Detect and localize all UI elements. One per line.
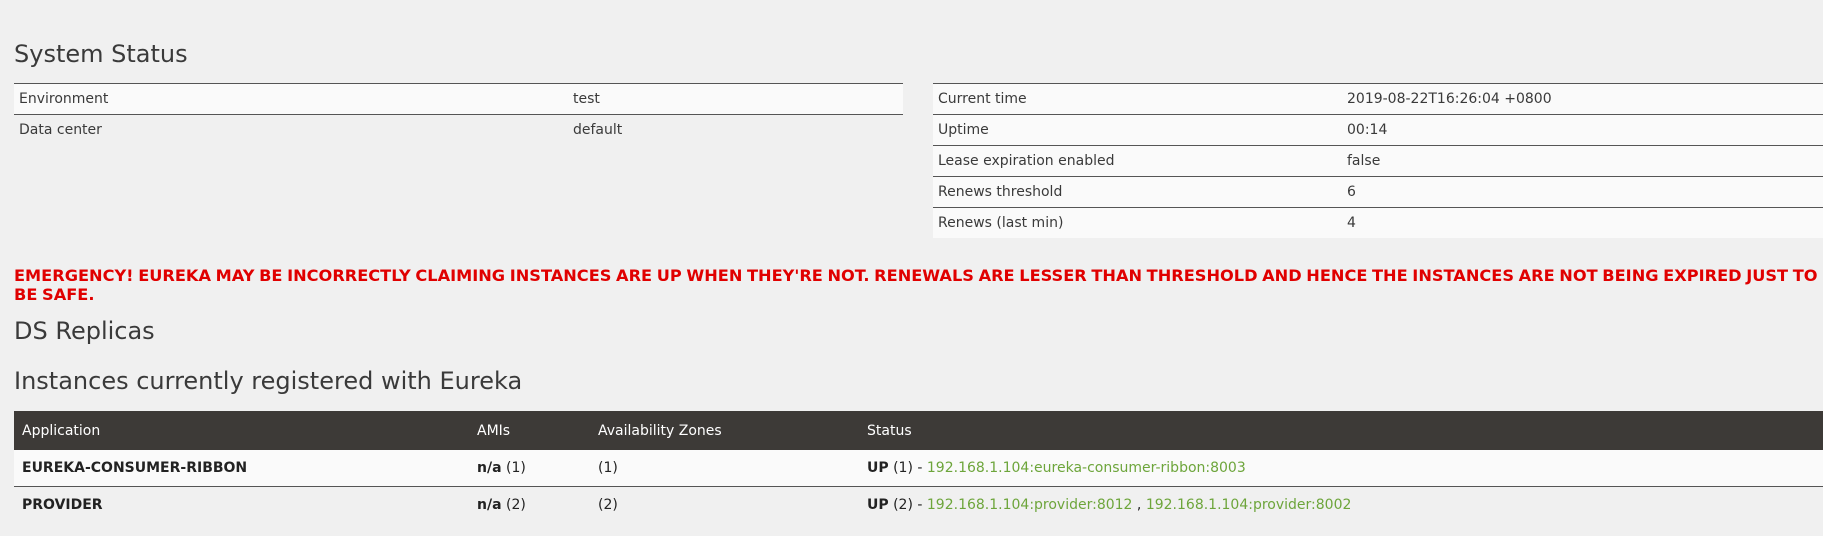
ami-cell: n/a (2) (469, 486, 590, 523)
status-label: Renews (last min) (933, 207, 1342, 238)
status-cell: UP (1) - 192.168.1.104:eureka-consumer-r… (859, 450, 1823, 487)
status-row-data-center: Data center default (14, 114, 903, 145)
status-label: Environment (14, 83, 568, 115)
ds-replicas-title: DS Replicas (14, 317, 155, 345)
status-count: (2) - (893, 497, 923, 513)
instances-title: Instances currently registered with Eure… (14, 367, 523, 395)
status-label: Data center (14, 114, 568, 145)
status-value: 6 (1342, 176, 1823, 208)
status-row-environment: Environment test (14, 83, 903, 115)
zones-cell: (1) (590, 450, 859, 487)
status-count: (1) - (893, 460, 923, 476)
application-name: EUREKA-CONSUMER-RIBBON (14, 450, 469, 487)
status-cell: UP (2) - 192.168.1.104:provider:8012 , 1… (859, 486, 1823, 523)
ami-count: (1) (505, 460, 526, 476)
status-row-current-time: Current time 2019-08-22T16:26:04 +0800 (933, 83, 1823, 115)
instance-link[interactable]: 192.168.1.104:provider:8002 (1146, 497, 1352, 513)
status-row-uptime: Uptime 00:14 (933, 114, 1823, 146)
system-status-right-table: Current time 2019-08-22T16:26:04 +0800 U… (933, 83, 1823, 238)
status-label: Current time (933, 83, 1342, 115)
column-header-amis: AMIs (469, 411, 590, 450)
status-value: UP (867, 497, 889, 513)
emergency-warning: EMERGENCY! EUREKA MAY BE INCORRECTLY CLA… (14, 266, 1818, 304)
status-value: 4 (1342, 207, 1823, 238)
status-value: UP (867, 460, 889, 476)
ami-value: n/a (477, 497, 502, 513)
application-name-text: EUREKA-CONSUMER-RIBBON (22, 460, 248, 476)
status-label: Lease expiration enabled (933, 145, 1342, 177)
status-row-renews-last-min: Renews (last min) 4 (933, 207, 1823, 238)
instances-header-row: Application AMIs Availability Zones Stat… (14, 411, 1823, 450)
system-status-left-table: Environment test Data center default (14, 83, 903, 145)
column-header-availability-zones: Availability Zones (590, 411, 859, 450)
system-status-title: System Status (14, 40, 188, 68)
status-row-lease-expiration: Lease expiration enabled false (933, 145, 1823, 177)
application-name: PROVIDER (14, 486, 469, 523)
ami-count: (2) (505, 497, 526, 513)
table-row: PROVIDER n/a (2) (2) UP (2) - 192.168.1.… (14, 486, 1823, 523)
status-value: default (568, 114, 903, 145)
status-row-renews-threshold: Renews threshold 6 (933, 176, 1823, 208)
ami-cell: n/a (1) (469, 450, 590, 487)
zones-cell: (2) (590, 486, 859, 523)
ami-value: n/a (477, 460, 502, 476)
status-value: 00:14 (1342, 114, 1823, 146)
instance-link[interactable]: 192.168.1.104:eureka-consumer-ribbon:800… (927, 460, 1246, 476)
column-header-status: Status (859, 411, 1823, 450)
column-header-application: Application (14, 411, 469, 450)
table-row: EUREKA-CONSUMER-RIBBON n/a (1) (1) UP (1… (14, 450, 1823, 487)
instances-table: Application AMIs Availability Zones Stat… (14, 411, 1823, 523)
application-name-text: PROVIDER (22, 497, 103, 513)
instance-link[interactable]: 192.168.1.104:provider:8012 (927, 497, 1133, 513)
status-value: 2019-08-22T16:26:04 +0800 (1342, 83, 1823, 115)
status-value: test (568, 83, 903, 115)
status-value: false (1342, 145, 1823, 177)
status-label: Uptime (933, 114, 1342, 146)
link-separator: , (1136, 497, 1142, 513)
status-label: Renews threshold (933, 176, 1342, 208)
